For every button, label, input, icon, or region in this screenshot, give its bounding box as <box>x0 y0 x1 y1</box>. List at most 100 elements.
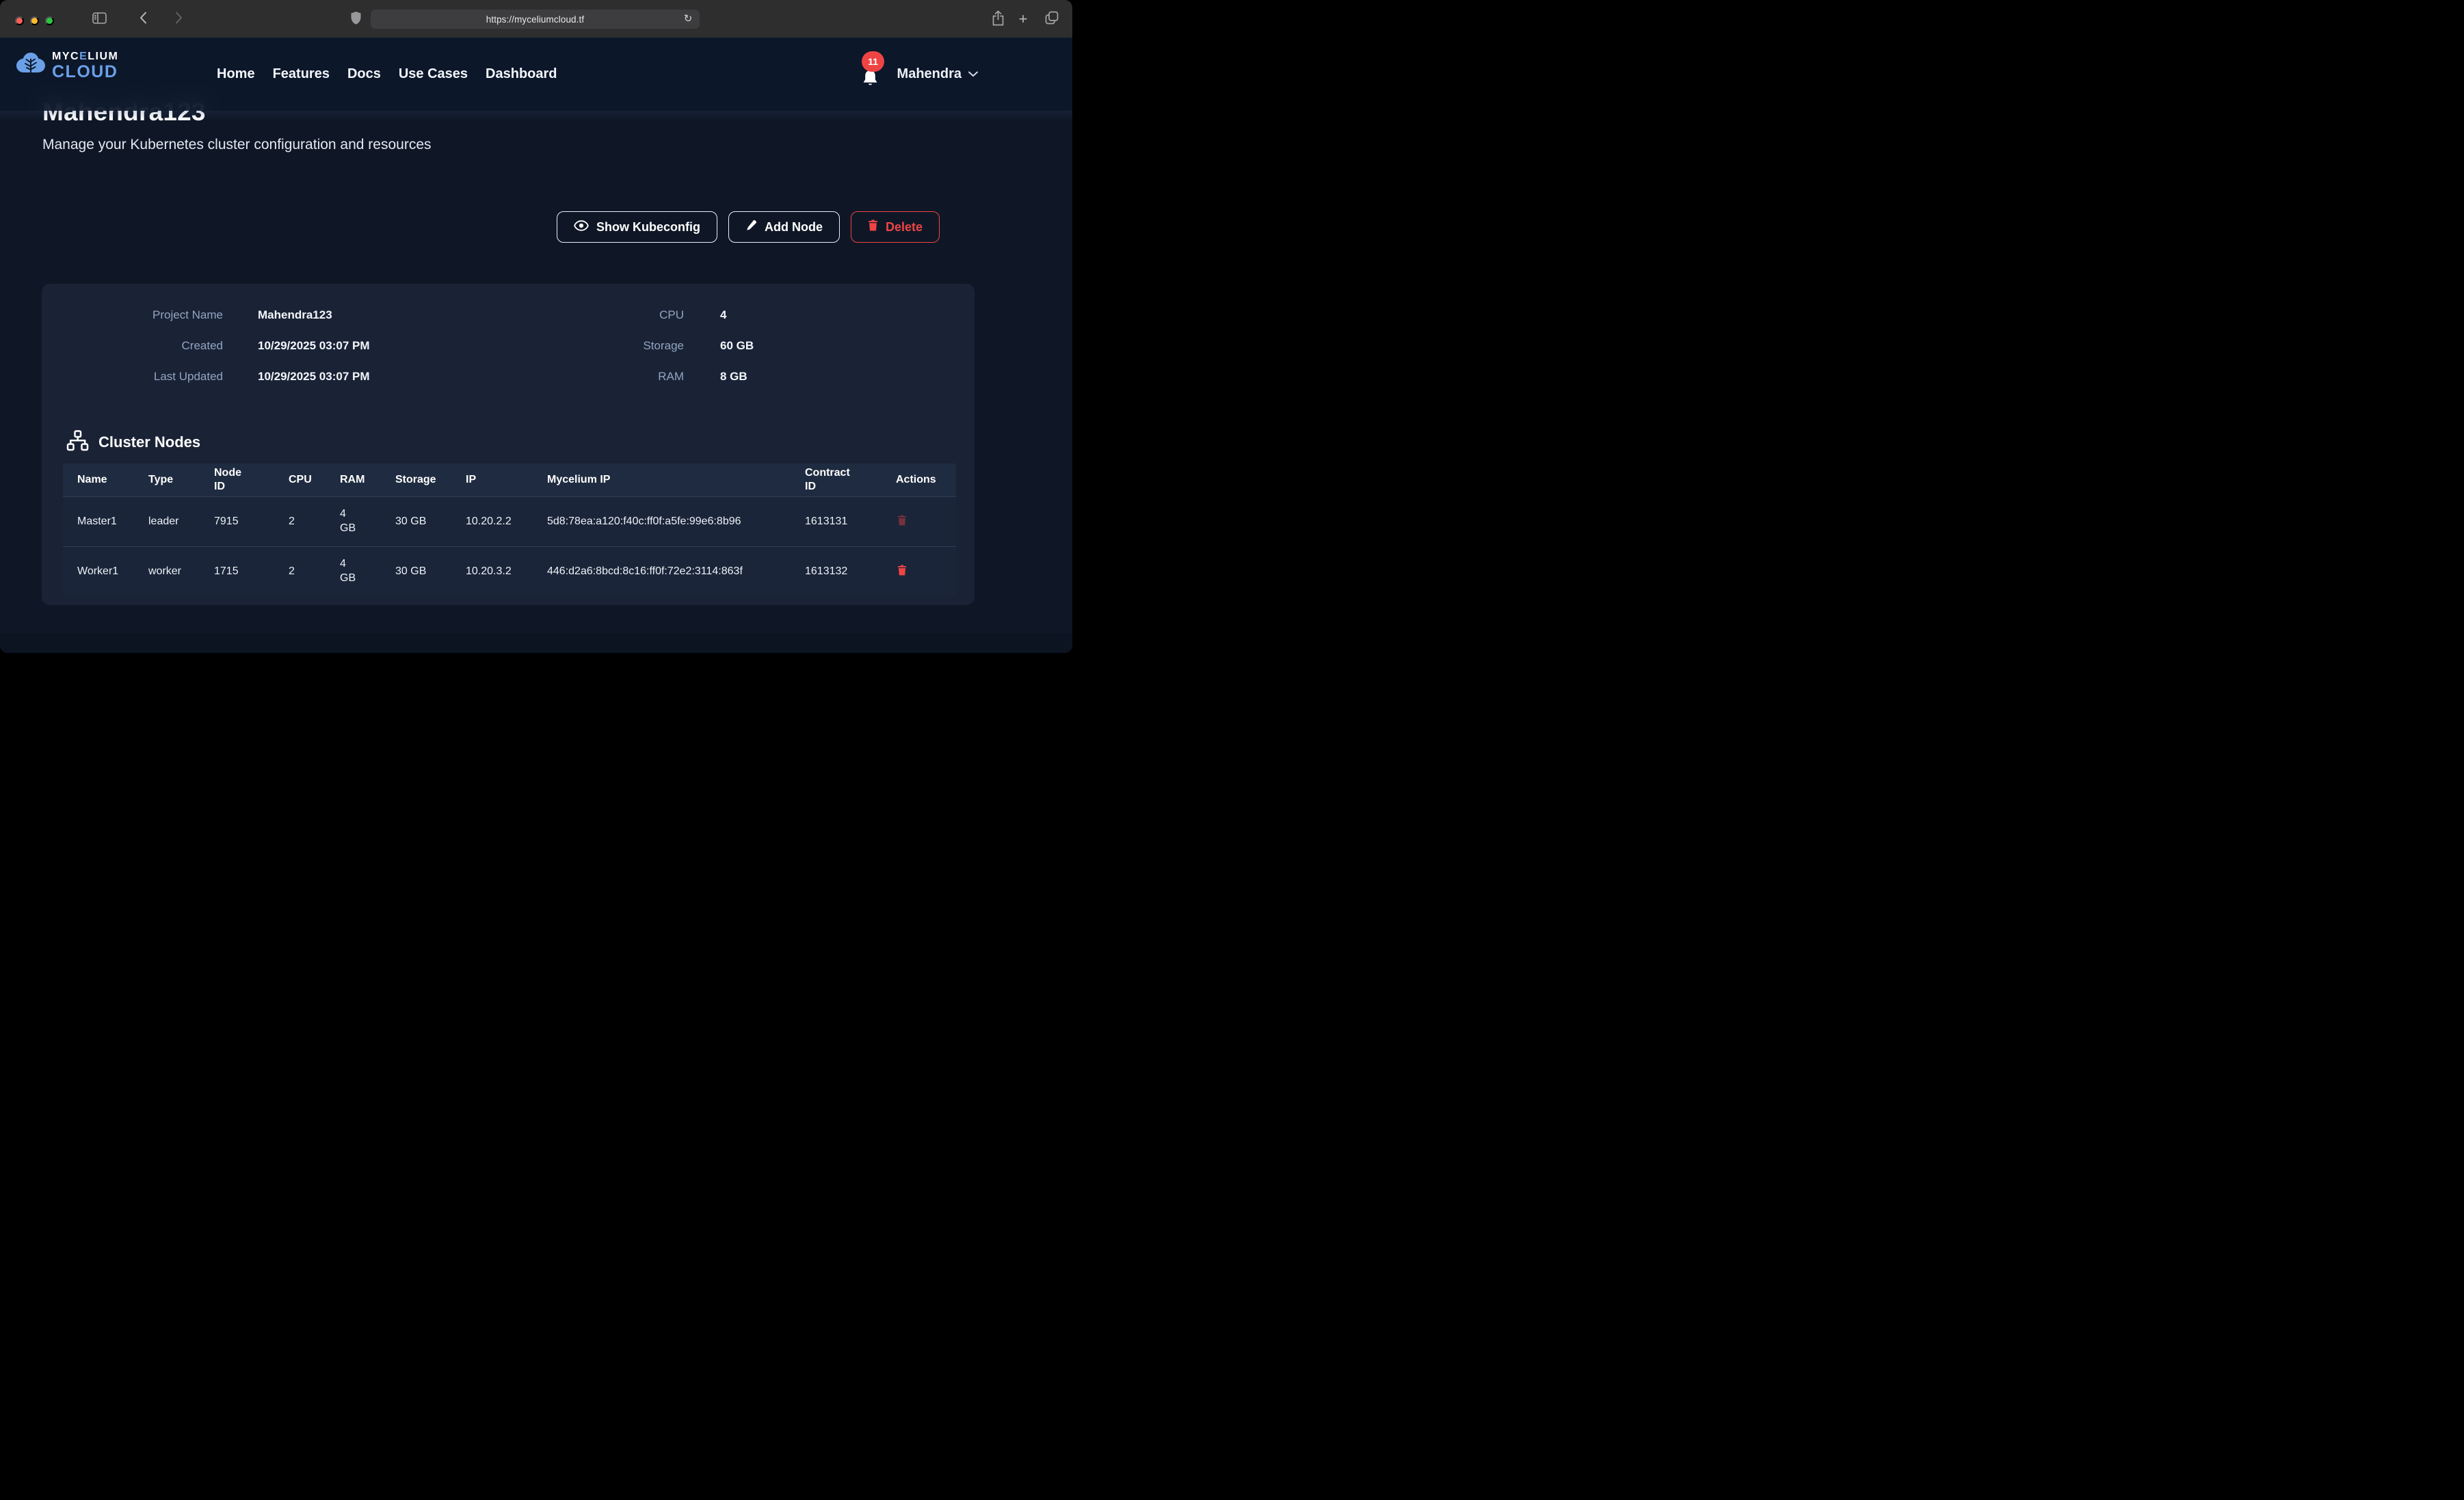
ram-value: 8 GB <box>720 370 747 384</box>
col-storage: Storage <box>381 464 451 497</box>
address-bar[interactable]: https://myceliumcloud.tf ↻ <box>371 10 700 29</box>
created-label: Created <box>42 339 223 353</box>
notification-badge: 11 <box>862 51 884 72</box>
cell-ram: 4 GB <box>326 547 381 597</box>
cell-mycelium-ip: 446:d2a6:8bcd:8c16:ff0f:72e2:3114:863f <box>533 547 791 597</box>
cell-ip: 10.20.2.2 <box>451 497 533 547</box>
back-button[interactable] <box>134 0 152 38</box>
last-updated-label: Last Updated <box>42 370 223 384</box>
delete-node-button[interactable] <box>896 563 908 579</box>
cell-name: Worker1 <box>63 547 134 597</box>
cluster-nodes-heading: Cluster Nodes <box>66 430 200 455</box>
chevron-down-icon <box>968 69 978 79</box>
tab-overview-button[interactable] <box>1042 0 1061 38</box>
chevron-left-icon <box>140 12 147 26</box>
info-row-project-name: Project Name Mahendra123 <box>42 299 370 330</box>
nav-link-dashboard[interactable]: Dashboard <box>486 66 557 82</box>
delete-label: Delete <box>886 220 923 235</box>
logo[interactable]: MYCELIUM CLOUD <box>15 51 118 81</box>
pencil-icon <box>745 219 757 235</box>
nav-link-home[interactable]: Home <box>217 66 255 82</box>
share-button[interactable] <box>989 0 1007 38</box>
col-name: Name <box>63 464 134 497</box>
table-header-row: Name Type Node ID CPU RAM Storage IP Myc… <box>63 464 956 497</box>
created-value: 10/29/2025 03:07 PM <box>258 339 370 353</box>
nav-links: Home Features Docs Use Cases Dashboard <box>217 38 557 111</box>
delete-node-button[interactable] <box>896 513 908 529</box>
forward-button[interactable] <box>170 0 187 38</box>
cell-actions <box>882 497 956 547</box>
top-navbar: MYCELIUM CLOUD Home Features Docs Use Ca… <box>0 38 1072 111</box>
add-node-button[interactable]: Add Node <box>728 211 840 243</box>
refresh-button[interactable]: ↻ <box>681 12 695 26</box>
zoom-window-button[interactable] <box>45 16 54 25</box>
cell-name: Master1 <box>63 497 134 547</box>
minimize-window-button[interactable] <box>30 16 39 25</box>
cell-type: worker <box>134 547 200 597</box>
cell-mycelium-ip: 5d8:78ea:a120:f40c:ff0f:a5fe:99e6:8b96 <box>533 497 791 547</box>
cell-ip: 10.20.3.2 <box>451 547 533 597</box>
table-row-worker1: Worker1 worker 1715 2 4 GB 30 GB 10.20.3… <box>63 547 956 597</box>
info-row-ram: RAM 8 GB <box>615 361 754 392</box>
privacy-report-button[interactable] <box>347 0 364 38</box>
col-cpu: CPU <box>274 464 326 497</box>
cell-contract-id: 1613132 <box>791 547 882 597</box>
tab-overview-icon <box>1045 11 1059 27</box>
storage-label: Storage <box>615 339 684 353</box>
page-subtitle: Manage your Kubernetes cluster configura… <box>42 137 432 153</box>
delete-cluster-button[interactable]: Delete <box>851 211 940 243</box>
plus-icon: + <box>1019 10 1028 28</box>
user-name: Mahendra <box>897 66 962 82</box>
network-icon <box>66 430 89 455</box>
cell-cpu: 2 <box>274 497 326 547</box>
user-menu[interactable]: Mahendra <box>897 38 978 111</box>
info-row-last-updated: Last Updated 10/29/2025 03:07 PM <box>42 361 370 392</box>
cell-cpu: 2 <box>274 547 326 597</box>
col-node-id: Node ID <box>200 464 274 497</box>
project-name-label: Project Name <box>42 308 223 322</box>
info-row-storage: Storage 60 GB <box>615 330 754 361</box>
cell-type: leader <box>134 497 200 547</box>
close-window-button[interactable] <box>15 16 24 25</box>
cell-node-id: 1715 <box>200 547 274 597</box>
nav-link-docs[interactable]: Docs <box>347 66 381 82</box>
col-contract-id: Contract ID <box>791 464 882 497</box>
browser-chrome: https://myceliumcloud.tf ↻ + <box>0 0 1072 38</box>
info-row-created: Created 10/29/2025 03:07 PM <box>42 330 370 361</box>
col-ip: IP <box>451 464 533 497</box>
cluster-nodes-table: Name Type Node ID CPU RAM Storage IP Myc… <box>63 464 956 597</box>
project-name-value: Mahendra123 <box>258 308 332 322</box>
col-type: Type <box>134 464 200 497</box>
refresh-icon: ↻ <box>684 13 693 25</box>
logo-line1: MYCELIUM <box>52 51 118 62</box>
last-updated-value: 10/29/2025 03:07 PM <box>258 370 370 384</box>
share-icon <box>992 10 1005 28</box>
logo-text: MYCELIUM CLOUD <box>52 51 118 81</box>
cell-actions <box>882 547 956 597</box>
storage-value: 60 GB <box>720 339 754 353</box>
sidebar-toggle-button[interactable] <box>90 0 109 38</box>
notifications-button[interactable]: 11 <box>855 65 885 95</box>
show-kubeconfig-label: Show Kubeconfig <box>596 220 700 235</box>
ram-label: RAM <box>615 370 684 384</box>
url-text: https://myceliumcloud.tf <box>486 14 584 25</box>
cell-node-id: 7915 <box>200 497 274 547</box>
cluster-nodes-title: Cluster Nodes <box>98 433 200 451</box>
trash-icon <box>897 518 907 528</box>
nav-link-use-cases[interactable]: Use Cases <box>399 66 468 82</box>
add-node-label: Add Node <box>765 220 823 235</box>
trash-icon <box>868 219 878 235</box>
cloud-logo-icon <box>15 51 47 81</box>
nav-link-features[interactable]: Features <box>273 66 330 82</box>
cell-storage: 30 GB <box>381 547 451 597</box>
show-kubeconfig-button[interactable]: Show Kubeconfig <box>557 211 717 243</box>
sidebar-icon <box>92 12 107 26</box>
col-actions: Actions <box>882 464 956 497</box>
bell-icon <box>861 81 879 91</box>
cluster-actions: Show Kubeconfig Add Node Delete <box>557 211 940 243</box>
cell-contract-id: 1613131 <box>791 497 882 547</box>
new-tab-button[interactable]: + <box>1014 0 1032 38</box>
footer-strip <box>0 634 1072 653</box>
eye-icon <box>574 220 589 235</box>
col-ram: RAM <box>326 464 381 497</box>
